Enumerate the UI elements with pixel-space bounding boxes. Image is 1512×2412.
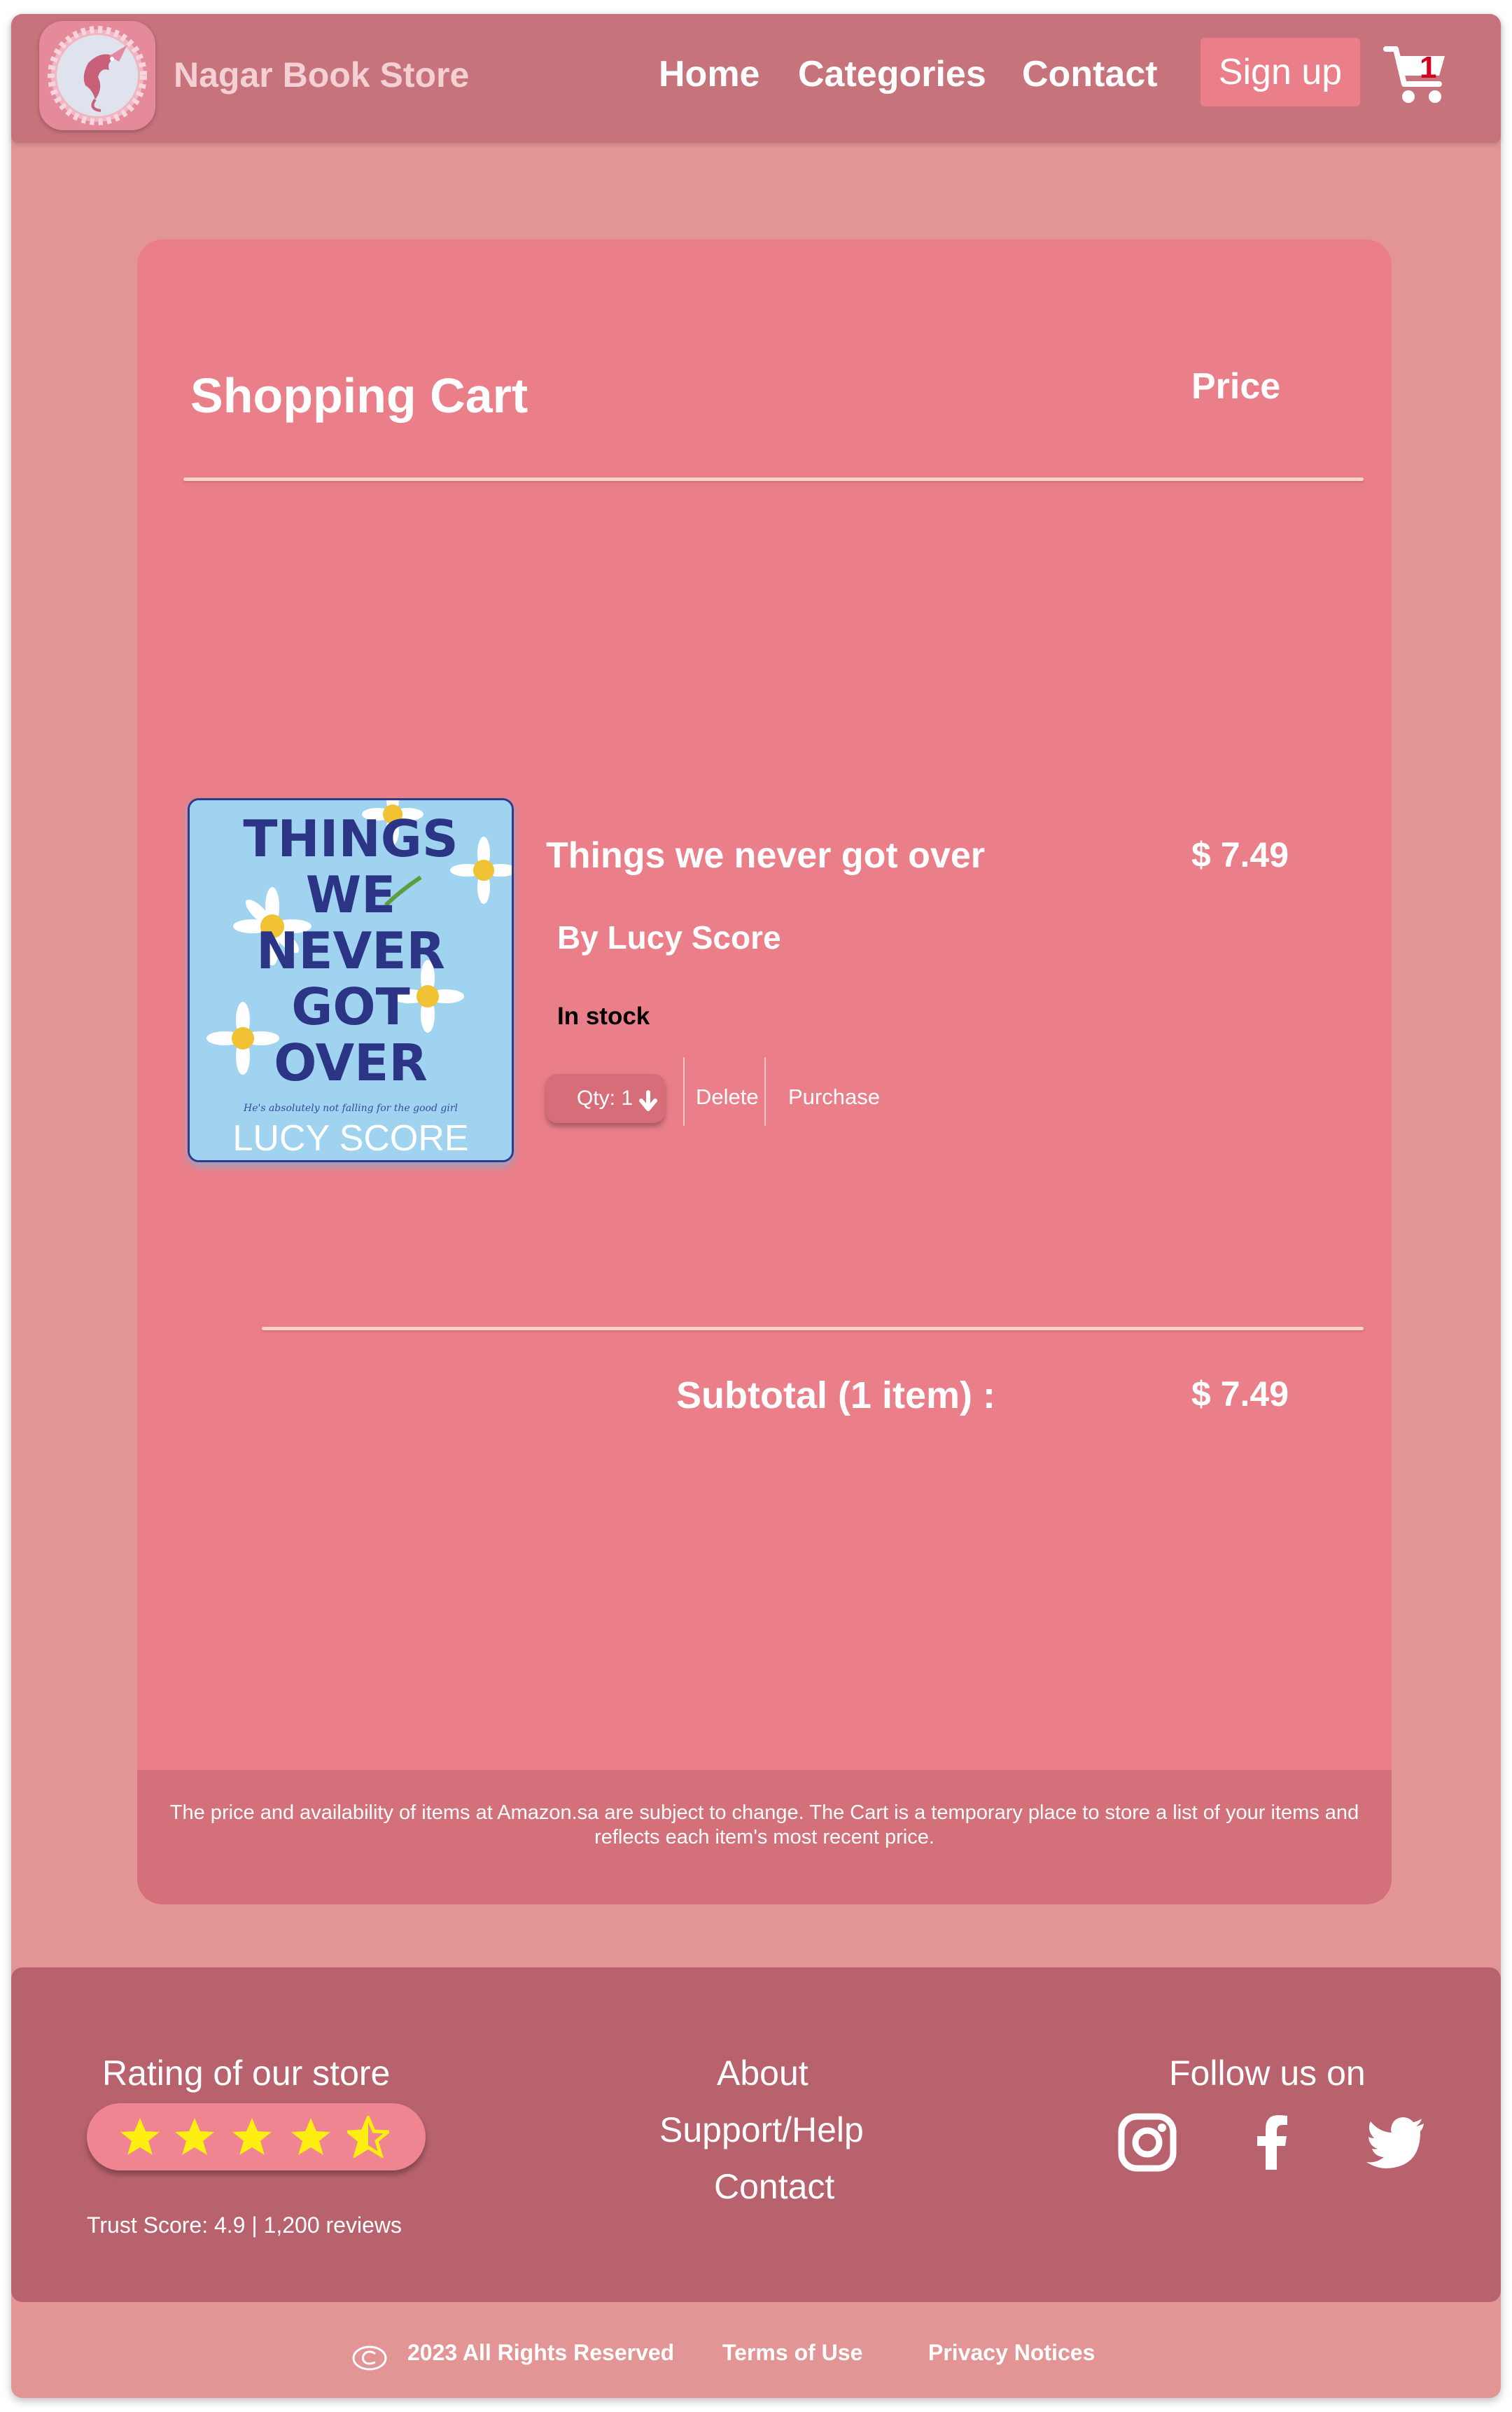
top-navbar: Nagar Book Store Home Categories Contact…	[11, 14, 1501, 143]
star-icon	[291, 2118, 330, 2155]
divider	[183, 477, 1364, 481]
cover-title-line: WE	[306, 865, 396, 924]
rating-title: Rating of our store	[102, 2054, 391, 2093]
follow-title: Follow us on	[1169, 2054, 1366, 2093]
cart-icon[interactable]	[1383, 43, 1449, 106]
cart-count-badge: 1	[1420, 50, 1437, 85]
signup-button[interactable]: Sign up	[1200, 38, 1360, 106]
half-star-icon	[347, 2116, 389, 2158]
site-footer: Rating of our store Trust Score: 4.9 | 1…	[11, 1967, 1501, 2302]
cover-title-line: OVER	[274, 1033, 428, 1092]
cover-tagline: He's absolutely not falling for the good…	[243, 1103, 458, 1114]
copyright-icon	[352, 2345, 387, 2371]
privacy-link[interactable]: Privacy Notices	[928, 2340, 1095, 2366]
star-rating	[87, 2103, 426, 2170]
item-title[interactable]: Things we never got over	[546, 835, 985, 877]
item-price: $ 7.49	[1191, 835, 1289, 874]
subtotal-value: $ 7.49	[1191, 1374, 1289, 1414]
delete-button[interactable]: Delete	[696, 1085, 759, 1110]
star-icon	[120, 2118, 160, 2155]
cover-title-line: NEVER	[256, 921, 445, 980]
footer-link-about[interactable]: About	[717, 2053, 808, 2093]
footer-link-support[interactable]: Support/Help	[659, 2110, 864, 2150]
page: Nagar Book Store Home Categories Contact…	[11, 14, 1501, 2398]
separator	[764, 1057, 766, 1126]
star-icon	[175, 2118, 214, 2155]
subtotal-label: Subtotal (1 item) :	[676, 1374, 995, 1416]
facebook-icon[interactable]	[1240, 2111, 1303, 2174]
shopping-cart-panel: Shopping Cart Price THINGS WE NEVER GOT …	[137, 239, 1392, 1904]
cart-title: Shopping Cart	[190, 368, 528, 423]
quantity-dropdown[interactable]: Qty: 1	[546, 1074, 665, 1123]
quantity-label: Qty: 1	[577, 1087, 634, 1110]
nav-contact[interactable]: Contact	[1022, 53, 1158, 95]
instagram-icon[interactable]	[1116, 2111, 1179, 2174]
book-cover-image[interactable]: THINGS WE NEVER GOT OVER He's absolutely…	[188, 798, 514, 1162]
divider	[262, 1327, 1364, 1330]
price-column-heading: Price	[1191, 366, 1281, 407]
cover-title-line: THINGS	[243, 809, 458, 868]
cover-author: LUCY SCORE	[232, 1118, 468, 1159]
arrow-down-icon	[639, 1090, 657, 1111]
nav-categories[interactable]: Categories	[798, 53, 986, 95]
copyright-text: 2023 All Rights Reserved	[407, 2340, 675, 2365]
store-logo[interactable]	[39, 21, 155, 130]
cover-title-line: GOT	[291, 977, 410, 1036]
stock-status: In stock	[557, 1003, 650, 1030]
separator	[683, 1057, 685, 1126]
cart-disclaimer-bar: The price and availability of items at A…	[137, 1770, 1392, 1904]
item-author: By Lucy Score	[557, 919, 781, 956]
twitter-icon[interactable]	[1365, 2111, 1428, 2174]
trust-score: Trust Score: 4.9 | 1,200 reviews	[87, 2212, 402, 2238]
terms-link[interactable]: Terms of Use	[722, 2340, 862, 2366]
purchase-button[interactable]: Purchase	[788, 1085, 880, 1110]
cart-disclaimer: The price and availability of items at A…	[169, 1801, 1359, 1848]
nav-home[interactable]: Home	[659, 53, 760, 95]
star-icon	[232, 2118, 272, 2155]
brand-name[interactable]: Nagar Book Store	[174, 55, 469, 95]
footer-link-contact[interactable]: Contact	[714, 2166, 834, 2207]
